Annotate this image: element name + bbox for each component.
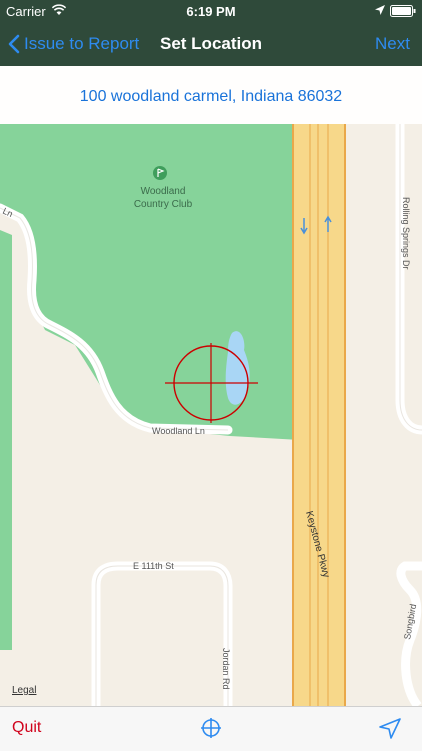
chevron-left-icon	[8, 34, 20, 54]
clock: 6:19 PM	[186, 4, 236, 19]
park-area-west	[0, 230, 12, 650]
header: Carrier 6:19 PM Issue to Report Set Loca…	[0, 0, 422, 66]
map-view[interactable]: Woodland Country Club Woodland Ln Ln Key…	[0, 66, 422, 706]
map-place-label-line2: Country Club	[134, 199, 193, 210]
back-button[interactable]: Issue to Report	[8, 32, 139, 56]
status-bar: Carrier 6:19 PM	[0, 0, 422, 22]
address-label: 100 woodland carmel, Indiana 86032	[79, 88, 343, 105]
golf-icon	[153, 166, 167, 180]
quit-button[interactable]: Quit	[12, 719, 41, 737]
location-arrow-icon	[375, 5, 385, 15]
bottom-toolbar: Quit	[0, 706, 422, 751]
map-place-label-line1: Woodland	[141, 186, 186, 197]
navigation-bar: Issue to Report Set Location Next	[0, 22, 422, 66]
road-label-jordan: Jordan Rd	[221, 648, 231, 690]
road-label-woodland-ln: Woodland Ln	[152, 426, 205, 436]
crosshair-icon[interactable]	[200, 717, 222, 739]
page-title: Set Location	[160, 34, 263, 53]
road-label-e111th: E 111th St	[133, 561, 174, 571]
road-label-rolling-springs: Rolling Springs Dr	[401, 197, 411, 270]
highway	[292, 124, 346, 706]
location-arrow-icon[interactable]	[378, 717, 402, 741]
battery-icon	[390, 5, 416, 17]
next-button[interactable]: Next	[375, 34, 410, 54]
back-button-label: Issue to Report	[24, 34, 140, 53]
legal-link[interactable]: Legal	[12, 685, 36, 696]
map-canvas: Woodland Country Club Woodland Ln Ln Key…	[0, 66, 422, 706]
address-bar: 100 woodland carmel, Indiana 86032	[0, 66, 422, 124]
